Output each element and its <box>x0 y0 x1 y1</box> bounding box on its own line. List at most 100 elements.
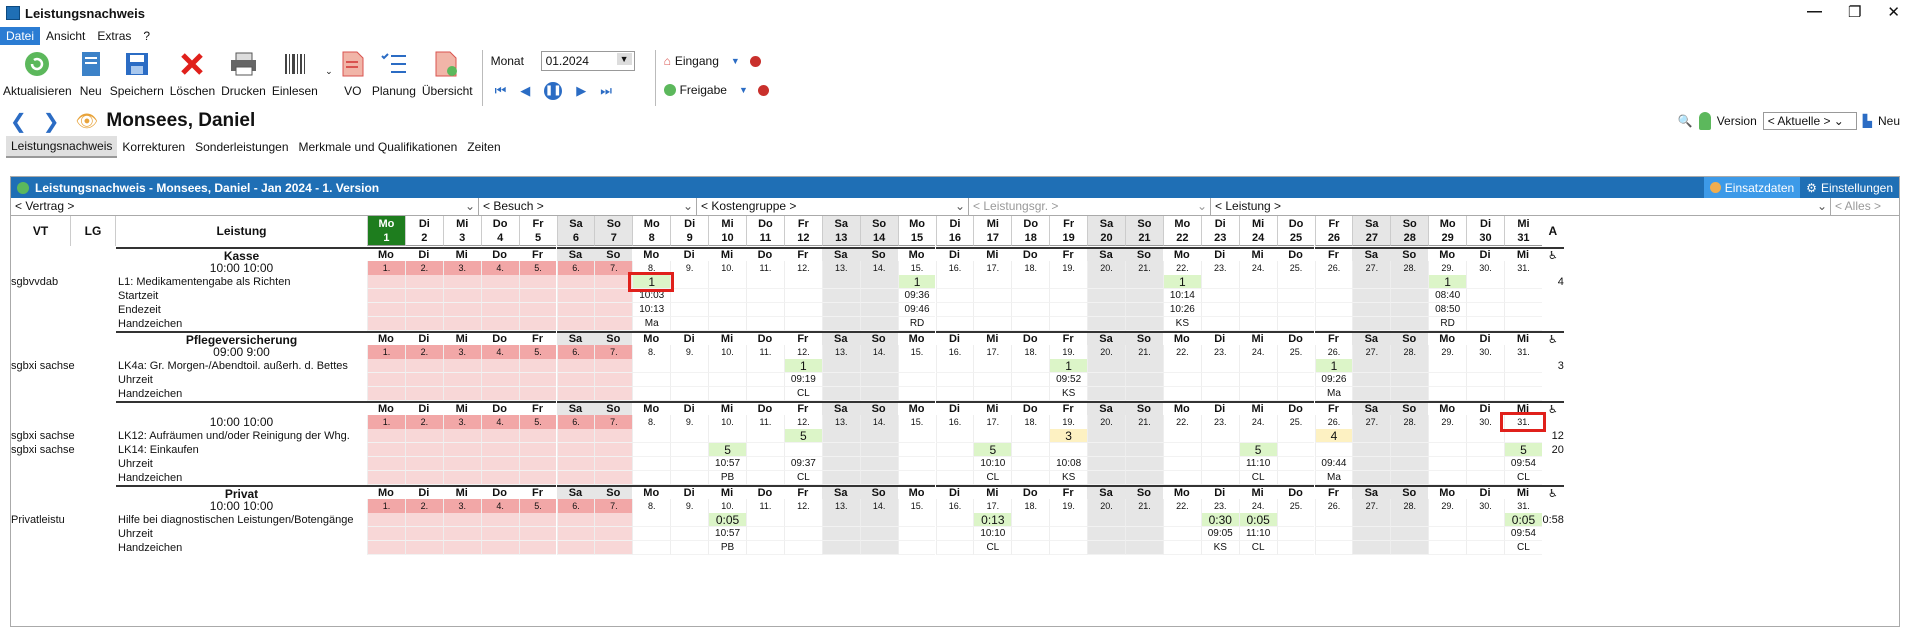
grid-cell[interactable] <box>935 429 974 443</box>
grid-cell[interactable] <box>746 289 784 303</box>
grid-cell[interactable] <box>935 471 974 485</box>
grid-cell[interactable] <box>367 387 405 401</box>
grid-cell[interactable] <box>1200 387 1239 401</box>
grid-cell[interactable] <box>367 513 405 527</box>
grid-cell[interactable] <box>859 275 898 289</box>
grid-cell[interactable] <box>480 387 519 401</box>
grid-cell[interactable] <box>632 513 671 527</box>
grid-cell[interactable] <box>1504 387 1542 401</box>
grid-cell[interactable] <box>1087 429 1125 443</box>
grid-cell[interactable] <box>1428 429 1467 443</box>
grid-cell[interactable] <box>1087 359 1125 373</box>
new-version-icon[interactable]: ▙ <box>1863 114 1872 128</box>
grid-cell[interactable] <box>1314 289 1353 303</box>
grid-cell[interactable]: RD <box>897 317 936 331</box>
grid-cell[interactable] <box>1238 303 1277 317</box>
grid-cell[interactable] <box>480 513 519 527</box>
grid-cell[interactable] <box>480 317 519 331</box>
grid-cell[interactable] <box>1390 275 1429 289</box>
grid-cell[interactable] <box>1276 373 1315 387</box>
menu-ansicht[interactable]: Ansicht <box>40 27 91 45</box>
grid-cell[interactable] <box>1276 541 1315 555</box>
grid-cell[interactable] <box>1352 443 1391 457</box>
back-arrow-icon[interactable]: ❮ <box>10 109 27 134</box>
grid-cell[interactable] <box>897 541 936 555</box>
grid-cell[interactable] <box>632 471 671 485</box>
grid-cell[interactable] <box>670 527 709 541</box>
grid-cell[interactable]: 09:26 <box>1314 373 1353 387</box>
grid-cell[interactable]: 10:57 <box>708 457 746 471</box>
grid-cell[interactable] <box>442 317 481 331</box>
day-header[interactable]: Mo 8 <box>632 216 671 246</box>
grid-cell[interactable] <box>1466 275 1504 289</box>
grid-cell[interactable]: Ma <box>1314 387 1353 401</box>
grid-cell[interactable] <box>1238 387 1277 401</box>
grid-cell[interactable] <box>746 527 784 541</box>
grid-cell[interactable] <box>1390 457 1429 471</box>
filter-kostengruppe[interactable]: < Kostengruppe > ⌄ <box>697 198 969 215</box>
grid-cell[interactable] <box>404 471 443 485</box>
day-header[interactable]: Do 25 <box>1276 216 1315 246</box>
grid-cell[interactable] <box>670 303 709 317</box>
grid-cell[interactable] <box>1238 289 1277 303</box>
grid-cell[interactable] <box>556 317 595 331</box>
grid-cell[interactable] <box>670 443 709 457</box>
grid-cell[interactable]: CL <box>1238 541 1277 555</box>
grid-cell[interactable] <box>1162 513 1201 527</box>
grid-cell[interactable] <box>859 359 898 373</box>
grid-cell[interactable]: CL <box>973 541 1012 555</box>
grid-cell[interactable]: 09:36 <box>897 289 936 303</box>
month-select[interactable]: 01.2024 ▼ <box>540 51 635 71</box>
grid-cell[interactable] <box>1162 387 1201 401</box>
grid-cell[interactable] <box>746 373 784 387</box>
grid-cell[interactable] <box>556 387 595 401</box>
grid-cell[interactable] <box>1011 359 1050 373</box>
grid-cell[interactable] <box>1428 457 1467 471</box>
grid-cell[interactable]: 10:10 <box>973 527 1012 541</box>
grid-cell[interactable] <box>783 513 822 527</box>
prev-icon[interactable]: ◀ <box>520 83 530 99</box>
grid-cell[interactable] <box>1049 317 1088 331</box>
grid-cell[interactable] <box>783 541 822 555</box>
day-header[interactable]: Di 23 <box>1200 216 1239 246</box>
grid-cell[interactable] <box>1087 457 1125 471</box>
grid-cell[interactable] <box>1276 289 1315 303</box>
grid-cell[interactable]: 0:30 <box>1200 513 1239 527</box>
day-header[interactable]: So 21 <box>1125 216 1163 246</box>
grid-cell[interactable] <box>897 387 936 401</box>
grid-cell[interactable] <box>1352 471 1391 485</box>
grid-cell[interactable] <box>404 527 443 541</box>
grid-cell[interactable] <box>670 513 709 527</box>
next-icon[interactable]: ▶ <box>576 83 586 99</box>
grid-cell[interactable] <box>1352 429 1391 443</box>
grid-cell[interactable] <box>1238 317 1277 331</box>
grid-cell[interactable] <box>973 387 1012 401</box>
grid-cell[interactable] <box>935 527 974 541</box>
grid-cell[interactable] <box>1087 443 1125 457</box>
grid-cell[interactable] <box>632 429 671 443</box>
menu-datei[interactable]: Datei <box>0 27 41 45</box>
grid-cell[interactable] <box>1466 289 1504 303</box>
grid-cell[interactable] <box>821 541 860 555</box>
grid-cell[interactable] <box>480 289 519 303</box>
grid-cell[interactable] <box>442 457 481 471</box>
grid-cell[interactable] <box>1466 429 1504 443</box>
grid-cell[interactable]: 09:37 <box>783 457 822 471</box>
grid-cell[interactable] <box>367 289 405 303</box>
grid-cell[interactable] <box>783 317 822 331</box>
grid-cell[interactable] <box>367 443 405 457</box>
grid-cell[interactable]: 5 <box>708 443 746 457</box>
grid-cell[interactable] <box>859 373 898 387</box>
grid-cell[interactable] <box>1125 513 1163 527</box>
grid-cell[interactable] <box>1428 527 1467 541</box>
grid-cell[interactable] <box>859 289 898 303</box>
grid-cell[interactable] <box>821 373 860 387</box>
grid-cell[interactable] <box>594 527 633 541</box>
grid-cell[interactable] <box>1125 429 1163 443</box>
grid-cell[interactable] <box>897 373 936 387</box>
grid-cell[interactable] <box>1162 429 1201 443</box>
grid-cell[interactable] <box>594 443 633 457</box>
day-header[interactable]: Sa 27 <box>1352 216 1391 246</box>
grid-cell[interactable] <box>1087 373 1125 387</box>
grid-cell[interactable] <box>1276 359 1315 373</box>
